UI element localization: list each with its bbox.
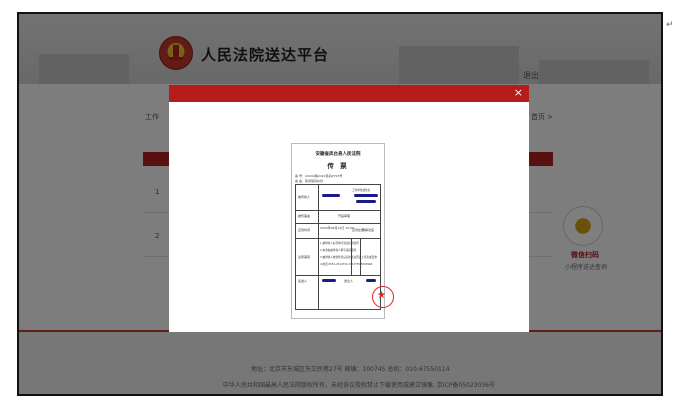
server-label: 送达人 bbox=[344, 279, 354, 283]
place-value: 调解法庭 bbox=[362, 228, 375, 232]
modal-header: × bbox=[169, 85, 529, 102]
summons-document: 安徽省凤台县人民法院 传 票 案 号：(2020)皖0421民初2753号 案 … bbox=[291, 143, 385, 319]
reason-value: 开庭审理 bbox=[338, 214, 351, 218]
close-icon[interactable]: × bbox=[514, 86, 523, 100]
note-line: 3.被传唤人收到传票后应在送达回证上签名或盖章 bbox=[320, 256, 377, 259]
note-line: 1.被传唤人必须准时到达应到处所 bbox=[320, 242, 359, 245]
summons-table: 被传唤人 工作单位或住址 被传事由 开庭审理 应到时间 2020年08月12日 … bbox=[295, 184, 381, 310]
document-court: 安徽省凤台县人民法院 bbox=[315, 152, 361, 157]
screenshot-frame: 人民法院送达平台 退出 工作 首页 > 1 2 微信扫码 小程序送达查询 地址：… bbox=[17, 12, 663, 396]
address-label: 工作单位或住址 bbox=[352, 189, 371, 192]
redacted-server bbox=[366, 279, 376, 282]
note-line: 4.电话 0554-2314734 2317735 8393964 bbox=[320, 263, 373, 266]
redacted-issuer bbox=[322, 279, 336, 282]
time-value: 2020年08月12日 15:00 bbox=[320, 226, 354, 230]
summoned-label: 被传唤人 bbox=[298, 195, 311, 199]
note-line: 2.本票由被传唤人携带来院报到 bbox=[320, 249, 357, 252]
redacted-address bbox=[354, 194, 378, 197]
reason-label: 被传事由 bbox=[298, 214, 311, 218]
issuer-label: 签发人 bbox=[298, 279, 308, 283]
redacted-name bbox=[322, 194, 340, 197]
seal-star-icon: ★ bbox=[377, 290, 386, 301]
notes-label: 注意事项 bbox=[298, 255, 311, 259]
document-cause: 案 由：民间借贷纠纷 bbox=[295, 179, 323, 183]
time-label: 应到时间 bbox=[298, 228, 311, 232]
document-title: 传 票 bbox=[327, 162, 349, 170]
document-case-number: 案 号：(2020)皖0421民初2753号 bbox=[295, 174, 343, 178]
document-modal: × 安徽省凤台县人民法院 传 票 案 号：(2020)皖0421民初2753号 … bbox=[169, 85, 529, 332]
court-seal: ★ bbox=[372, 286, 394, 308]
page-right-mark: ↵ bbox=[666, 20, 674, 30]
redacted-address-2 bbox=[356, 200, 376, 203]
